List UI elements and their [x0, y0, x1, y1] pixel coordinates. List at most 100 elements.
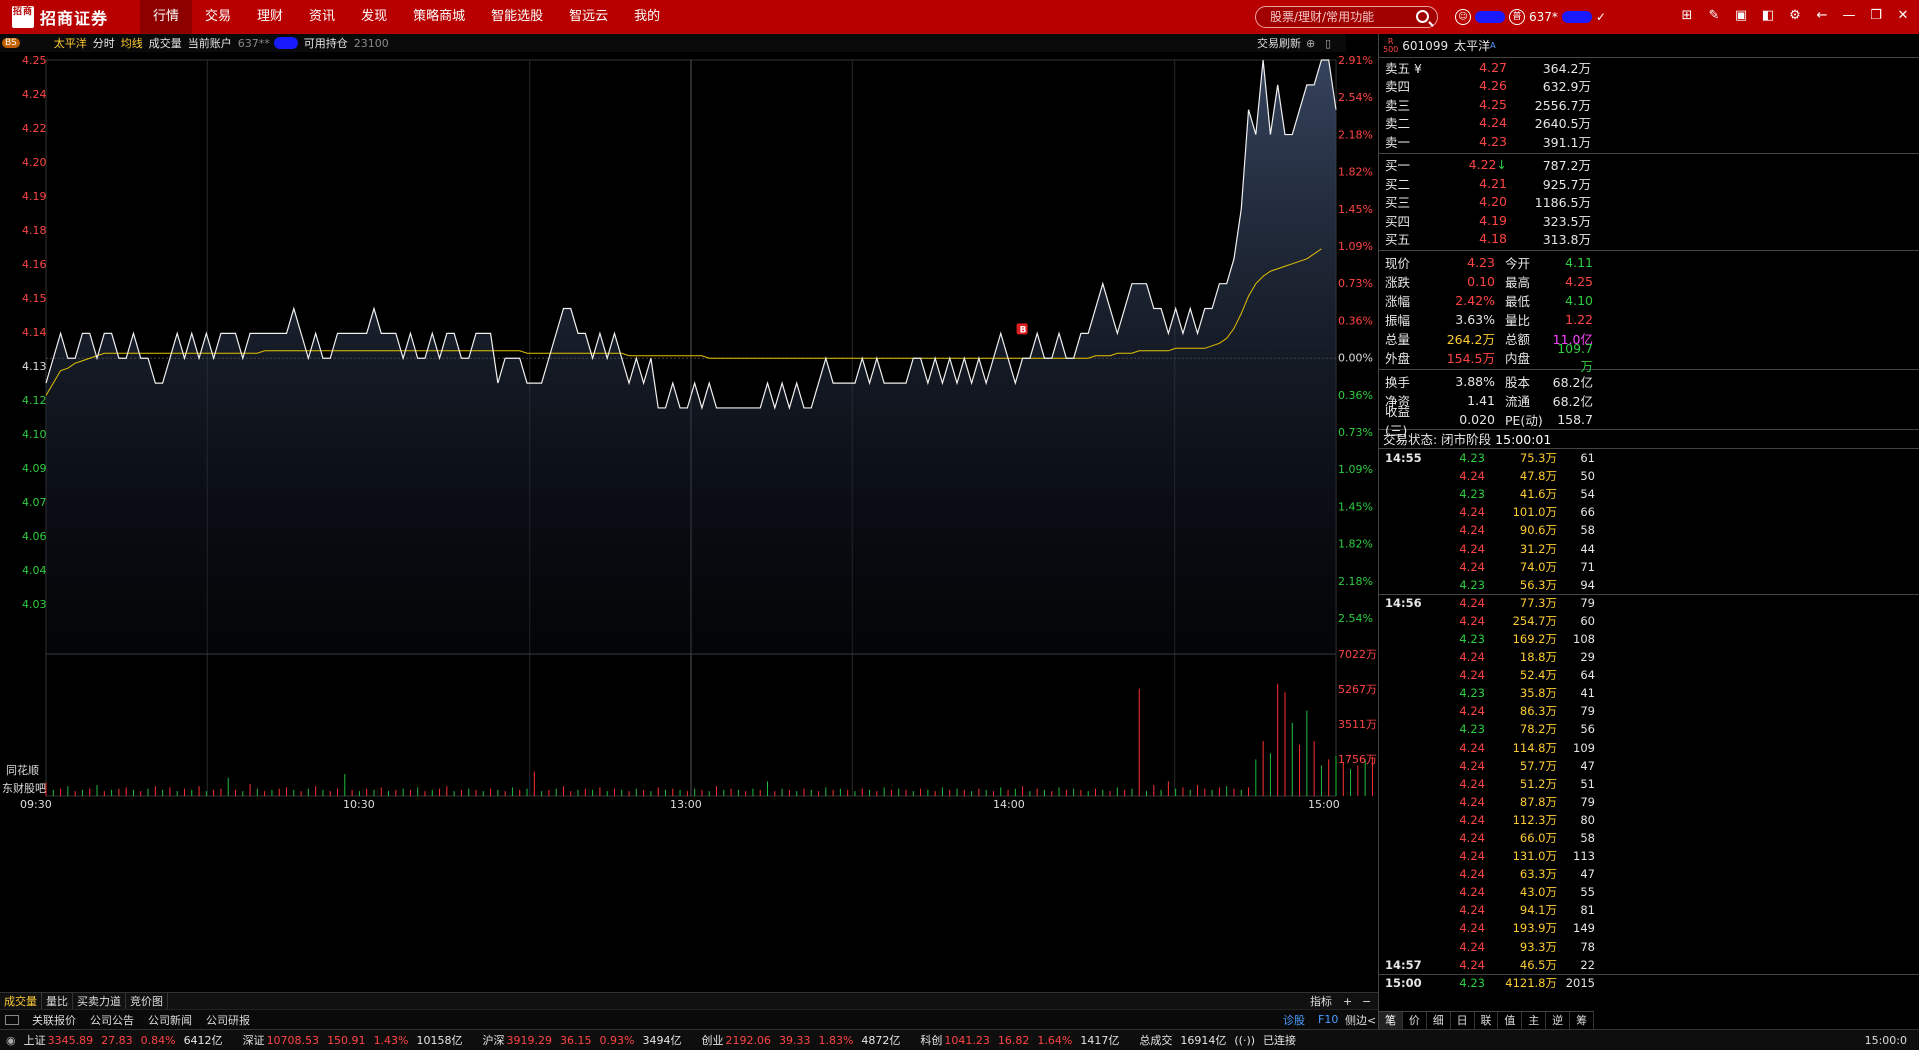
- intraday-chart[interactable]: B 4.25 4.24 4.22 4.20 4.19 4.18 4.16 4.15 4.14 4.1…: [0, 52, 1378, 992]
- tick-row[interactable]: 4.23 78.2万 56: [1379, 720, 1919, 738]
- buy-marker[interactable]: B: [1016, 323, 1028, 335]
- menu-item-8[interactable]: 我的: [621, 0, 673, 34]
- menu-item-6[interactable]: 智能选股: [478, 0, 556, 34]
- ask-row[interactable]: 卖一 4.23 391.1万: [1379, 132, 1919, 151]
- sidebar-toggle[interactable]: 侧边<: [1345, 1012, 1376, 1028]
- tab-announcements[interactable]: 公司公告: [83, 1012, 141, 1028]
- right-tab-5[interactable]: 值: [1498, 1012, 1523, 1029]
- right-tab-7[interactable]: 逆: [1546, 1012, 1571, 1029]
- brand-logo[interactable]: 招商 招商证券: [0, 0, 140, 34]
- mode-avg-line[interactable]: 均线: [121, 35, 143, 51]
- tick-row[interactable]: 4.24 86.3万 79: [1379, 702, 1919, 720]
- tab-company-news[interactable]: 公司新闻: [141, 1012, 199, 1028]
- bid-row[interactable]: 买五 4.18 313.8万: [1379, 230, 1919, 249]
- indicator-button[interactable]: 指标: [1310, 993, 1332, 1009]
- ask-row[interactable]: 卖四 4.26 632.9万: [1379, 77, 1919, 96]
- panel-icon[interactable]: ▯: [1325, 37, 1331, 50]
- right-tab-4[interactable]: 联: [1475, 1012, 1499, 1029]
- index-name[interactable]: 科创: [920, 1032, 942, 1048]
- tab-buy-sell-power[interactable]: 买卖力道: [73, 993, 126, 1009]
- minimize-icon[interactable]: —: [1841, 8, 1857, 24]
- tick-row[interactable]: 4.24 52.4万 64: [1379, 666, 1919, 684]
- back-icon[interactable]: ←: [1814, 8, 1830, 24]
- tab-volume[interactable]: 成交量: [0, 993, 42, 1009]
- right-tab-8[interactable]: 筹: [1570, 1012, 1595, 1029]
- f10-link[interactable]: F10: [1318, 1013, 1338, 1026]
- search-icon[interactable]: [1416, 10, 1429, 23]
- tick-row[interactable]: 4.24 101.0万 66: [1379, 503, 1919, 521]
- restore-icon[interactable]: ❐: [1868, 8, 1884, 24]
- right-tab-3[interactable]: 日: [1451, 1012, 1475, 1029]
- tick-row[interactable]: 4.24 112.3万 80: [1379, 811, 1919, 829]
- ask-row[interactable]: 卖三 4.25 2556.7万: [1379, 95, 1919, 114]
- tick-row[interactable]: 4.24 31.2万 44: [1379, 539, 1919, 557]
- tick-row[interactable]: 4.24 94.1万 81: [1379, 901, 1919, 919]
- menu-item-2[interactable]: 理财: [244, 0, 296, 34]
- right-tab-2[interactable]: 细: [1427, 1012, 1451, 1029]
- tick-row[interactable]: 4.24 93.3万 78: [1379, 938, 1919, 956]
- status-menu-icon[interactable]: ◉: [6, 1034, 16, 1047]
- menu-item-1[interactable]: 交易: [192, 0, 244, 34]
- index-name[interactable]: 创业: [701, 1032, 723, 1048]
- tick-row[interactable]: 4.24 90.6万 58: [1379, 521, 1919, 539]
- account-info[interactable]: ☺ 普 637* ✓: [1455, 8, 1606, 26]
- tick-row[interactable]: 4.23 169.2万 108: [1379, 630, 1919, 648]
- indicator-minus-button[interactable]: −: [1362, 995, 1371, 1008]
- indicator-plus-button[interactable]: +: [1343, 995, 1352, 1008]
- tick-row[interactable]: 4.24 18.8万 29: [1379, 648, 1919, 666]
- tab-volume-ratio[interactable]: 量比: [42, 993, 73, 1009]
- tick-row[interactable]: 4.24 131.0万 113: [1379, 847, 1919, 865]
- ask-row[interactable]: 卖五 ¥ 4.27 364.2万: [1379, 58, 1919, 77]
- menu-item-3[interactable]: 资讯: [296, 0, 348, 34]
- edit-icon[interactable]: ✎: [1706, 8, 1722, 24]
- mode-volume[interactable]: 成交量: [149, 35, 182, 51]
- package-icon[interactable]: ▣: [1733, 8, 1749, 24]
- tick-row[interactable]: 4.23 35.8万 41: [1379, 684, 1919, 702]
- close-icon[interactable]: ✕: [1895, 8, 1911, 24]
- search-input[interactable]: 股票/理财/常用功能: [1255, 6, 1438, 28]
- tick-row[interactable]: 4.24 254.7万 60: [1379, 612, 1919, 630]
- bid-row[interactable]: 买一 4.22↓ 787.2万: [1379, 156, 1919, 175]
- mode-intraday[interactable]: 分时: [93, 35, 115, 51]
- tab-research[interactable]: 公司研报: [199, 1012, 257, 1028]
- add-icon[interactable]: ⊕: [1306, 37, 1315, 50]
- link-tonghuashun[interactable]: 同花顺: [6, 762, 66, 778]
- tab-related-quotes[interactable]: 关联报价: [25, 1012, 83, 1028]
- index-name[interactable]: 沪深: [483, 1032, 505, 1048]
- bid-row[interactable]: 买三 4.20 1186.5万: [1379, 193, 1919, 212]
- right-tab-6[interactable]: 主: [1522, 1012, 1547, 1029]
- bs-badge[interactable]: BS: [2, 38, 20, 48]
- tick-row[interactable]: 14:55 4.23 75.3万 61: [1379, 449, 1919, 467]
- menu-item-4[interactable]: 发现: [348, 0, 400, 34]
- panel-toggle-icon[interactable]: [5, 1014, 19, 1025]
- intraday-chart-area[interactable]: B 4.25 4.24 4.22 4.20 4.19 4.18 4.16 4.15 4.14 4.1…: [0, 52, 1378, 992]
- menu-item-0[interactable]: 行情: [140, 0, 193, 34]
- broker-icon[interactable]: ⊞: [1679, 8, 1695, 24]
- tick-row[interactable]: 15:00 4.23 4121.8万 2015: [1379, 973, 1919, 992]
- gear-icon[interactable]: ⚙: [1787, 8, 1803, 24]
- tick-row[interactable]: 4.24 74.0万 71: [1379, 558, 1919, 576]
- tick-row[interactable]: 4.24 57.7万 47: [1379, 757, 1919, 775]
- tick-row[interactable]: 14:57 4.24 46.5万 22: [1379, 956, 1919, 974]
- app-icon[interactable]: ◧: [1760, 8, 1776, 24]
- tick-row[interactable]: 14:56 4.24 77.3万 79: [1379, 593, 1919, 612]
- diagnose-link[interactable]: 诊股: [1283, 1012, 1305, 1028]
- tick-row[interactable]: 4.24 43.0万 55: [1379, 883, 1919, 901]
- tick-row[interactable]: 4.24 114.8万 109: [1379, 739, 1919, 757]
- tick-row[interactable]: 4.23 41.6万 54: [1379, 485, 1919, 503]
- tick-row[interactable]: 4.24 47.8万 50: [1379, 467, 1919, 485]
- tick-row[interactable]: 4.24 66.0万 58: [1379, 829, 1919, 847]
- tick-row[interactable]: 4.23 56.3万 94: [1379, 576, 1919, 594]
- right-tab-0[interactable]: 笔: [1379, 1012, 1403, 1029]
- menu-item-7[interactable]: 智远云: [556, 0, 621, 34]
- index-name[interactable]: 深证: [243, 1032, 265, 1048]
- bid-row[interactable]: 买四 4.19 323.5万: [1379, 211, 1919, 230]
- tick-row[interactable]: 4.24 193.9万 149: [1379, 919, 1919, 937]
- link-dongcai[interactable]: 东财股吧: [2, 780, 62, 796]
- bid-row[interactable]: 买二 4.21 925.7万: [1379, 174, 1919, 193]
- ask-row[interactable]: 卖二 4.24 2640.5万: [1379, 114, 1919, 133]
- tick-row[interactable]: 4.24 63.3万 47: [1379, 865, 1919, 883]
- index-name[interactable]: 上证: [24, 1032, 46, 1048]
- trade-refresh-button[interactable]: 交易刷新: [1257, 35, 1301, 51]
- tick-list[interactable]: 14:55 4.23 75.3万 61 4.24 47.8万 50 4.23 41.6万 54 4.…: [1379, 449, 1919, 992]
